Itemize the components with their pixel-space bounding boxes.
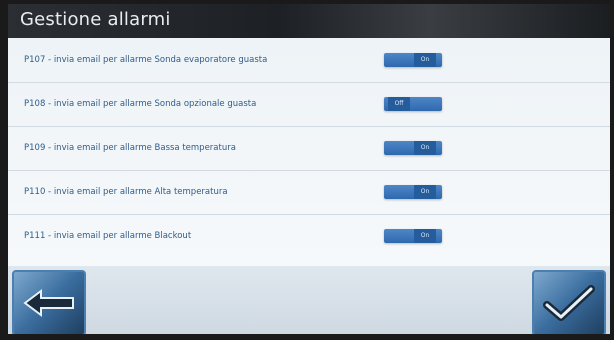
title-bar: Gestione allarmi [8,4,610,38]
toggle-state: On [414,53,436,67]
bottom-bar [8,266,610,334]
toggle-state: On [414,185,436,199]
toggle-state: Off [388,97,410,111]
alarm-label: P109 - invia email per allarme Bassa tem… [24,143,236,153]
back-button[interactable] [12,270,86,334]
alarm-label: P107 - invia email per allarme Sonda eva… [24,55,268,65]
alarm-toggle-p108[interactable]: Off [384,97,442,111]
arrow-left-icon [23,289,74,317]
alarm-row-p108: P108 - invia email per allarme Sonda opz… [8,82,610,127]
alarm-label: P110 - invia email per allarme Alta temp… [24,187,228,197]
page-title: Gestione allarmi [20,9,171,30]
alarm-label: P111 - invia email per allarme Blackout [24,231,192,241]
alarm-row-p111: P111 - invia email per allarme Blackout … [8,214,610,258]
checkmark-icon [543,285,595,321]
alarm-toggle-p110[interactable]: On [384,185,442,199]
confirm-button[interactable] [532,270,606,334]
alarm-toggle-p109[interactable]: On [384,141,442,155]
alarm-toggle-p111[interactable]: On [384,229,442,243]
alarm-label: P108 - invia email per allarme Sonda opz… [24,99,257,109]
alarm-row-p110: P110 - invia email per allarme Alta temp… [8,170,610,215]
toggle-state: On [414,141,436,155]
alarm-list: P107 - invia email per allarme Sonda eva… [8,38,610,266]
alarm-row-p109: P109 - invia email per allarme Bassa tem… [8,126,610,171]
alarm-toggle-p107[interactable]: On [384,53,442,67]
screen: Gestione allarmi P107 - invia email per … [8,4,610,334]
toggle-state: On [414,229,436,243]
alarm-row-p107: P107 - invia email per allarme Sonda eva… [8,38,610,83]
